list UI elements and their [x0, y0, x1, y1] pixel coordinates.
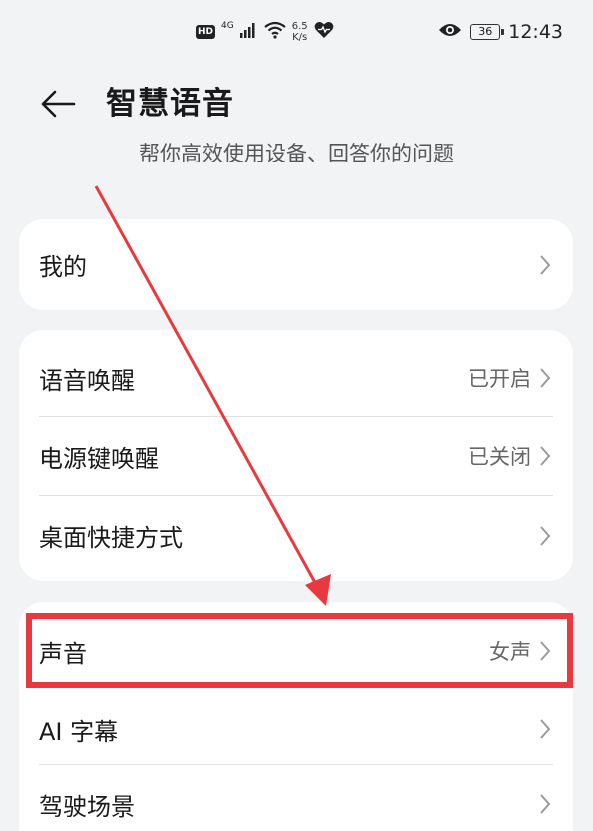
- chevron-right-icon: [539, 254, 553, 276]
- chevron-right-icon: [539, 367, 553, 389]
- eye-icon: [438, 22, 462, 42]
- settings-row-ai-subtitles[interactable]: AI 字幕: [19, 694, 573, 764]
- page-header: 智慧语音: [0, 76, 593, 132]
- row-value: 已关闭: [468, 445, 531, 469]
- signal-icon: [239, 22, 258, 42]
- hd-badge: HD: [196, 25, 216, 39]
- settings-row-driving-mode[interactable]: 驾驶场景: [19, 765, 573, 831]
- network-speed: 6.5 K/s: [292, 21, 308, 43]
- battery-indicator: 36: [470, 24, 505, 40]
- page-title: 智慧语音: [106, 86, 234, 122]
- speed-value: 6.5: [291, 21, 308, 32]
- speed-unit: K/s: [292, 32, 308, 43]
- subtitle-area: 帮你高效使用设备、回答你的问题: [0, 132, 593, 162]
- page-subtitle: 帮你高效使用设备、回答你的问题: [139, 142, 454, 162]
- back-button[interactable]: [38, 84, 78, 124]
- network-type: 4G: [221, 21, 234, 31]
- settings-row-voice[interactable]: 声音 女声: [19, 602, 573, 694]
- row-label: 语音唤醒: [39, 366, 135, 395]
- chevron-right-icon: [539, 525, 553, 547]
- chevron-right-icon: [539, 640, 553, 662]
- row-label: 声音: [39, 639, 87, 668]
- settings-row-desktop-shortcut[interactable]: 桌面快捷方式: [19, 496, 573, 581]
- settings-row-my[interactable]: 我的: [19, 219, 573, 310]
- settings-row-power-key-wake[interactable]: 电源键唤醒 已关闭: [19, 417, 573, 495]
- chevron-right-icon: [539, 445, 553, 467]
- chevron-right-icon: [539, 793, 553, 815]
- back-arrow-icon: [41, 90, 76, 118]
- status-icons-center: HD 4G 6.5 K/s: [196, 18, 334, 46]
- wifi-icon: [264, 21, 286, 43]
- row-value: 女声: [489, 640, 531, 664]
- row-label: 我的: [39, 253, 87, 281]
- card-wake: 语音唤醒 已开启 电源键唤醒 已关闭 桌面快捷方式: [19, 330, 573, 581]
- settings-row-voice-wake[interactable]: 语音唤醒 已开启: [19, 330, 573, 416]
- heart-rate-icon: [314, 21, 334, 43]
- row-label: 电源键唤醒: [39, 444, 159, 473]
- chevron-right-icon: [539, 718, 553, 740]
- row-label: 桌面快捷方式: [39, 524, 183, 552]
- row-value: 已开启: [468, 367, 531, 391]
- row-label: AI 字幕: [39, 717, 119, 746]
- status-icons-right: 36 12:43: [438, 18, 563, 46]
- row-label: 驾驶场景: [39, 792, 135, 821]
- clock: 12:43: [508, 21, 563, 43]
- card-voice-settings: 声音 女声 AI 字幕 驾驶场景: [19, 602, 573, 831]
- status-bar: HD 4G 6.5 K/s 36 12:43: [0, 0, 593, 64]
- card-my: 我的: [19, 219, 573, 310]
